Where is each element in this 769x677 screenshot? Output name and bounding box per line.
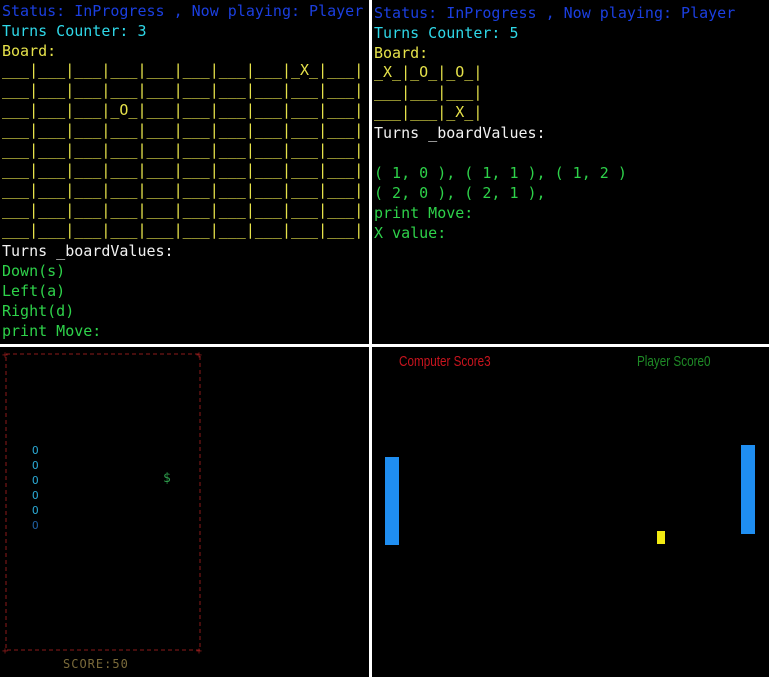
board-label: Board: bbox=[2, 42, 57, 60]
pong-ball bbox=[657, 531, 665, 544]
turns-counter: Turns Counter: 5 bbox=[374, 24, 519, 42]
snake-segment: O bbox=[32, 474, 39, 487]
snake-game: + + + + O O O O O O $ SCORE:50 bbox=[0, 347, 369, 677]
board-row: ___|___|___|___|___|___|___|___|___|___| bbox=[2, 161, 364, 179]
board-row: ___|___|___|___|___|___|___|___|___|___| bbox=[2, 201, 364, 219]
player-score: Player Score0 bbox=[637, 353, 711, 370]
board-row: ___|___|___|___|___|___|___|___|___|___| bbox=[2, 81, 364, 99]
x-value-prompt: X value: bbox=[374, 224, 447, 242]
board-values-label: Turns _boardValues: bbox=[374, 124, 546, 142]
board-row: ___|___|___|___|___|___|___|___|___|___| bbox=[2, 221, 364, 239]
pong-game: Computer Score3 Player Score0 bbox=[372, 347, 769, 677]
board-row: ___|___|___|___|___|___|___|___|_X_|___| bbox=[2, 61, 364, 79]
snake-segment: O bbox=[32, 489, 39, 502]
status-line: Status: InProgress , Now playing: Player bbox=[2, 2, 364, 20]
svg-text:+: + bbox=[196, 350, 202, 361]
snake-border: + + + + bbox=[2, 350, 202, 657]
console-tictactoe-small: Status: InProgress , Now playing: Player… bbox=[372, 0, 769, 344]
svg-text:+: + bbox=[2, 350, 8, 361]
board-row: ___|___|___|___|___|___|___|___|___|___| bbox=[2, 141, 364, 159]
computer-paddle bbox=[385, 457, 399, 545]
board-label: Board: bbox=[374, 44, 429, 62]
svg-text:+: + bbox=[196, 646, 202, 657]
food-dollar: $ bbox=[163, 471, 171, 486]
console-tictactoe-large: Status: InProgress , Now playing: Player… bbox=[0, 0, 369, 344]
move-prompt: print Move: bbox=[2, 322, 102, 340]
snake-score: SCORE:50 bbox=[63, 657, 129, 671]
status-line: Status: InProgress , Now playing: Player bbox=[374, 4, 736, 22]
snake-segment: O bbox=[32, 459, 39, 472]
move-option: Down(s) bbox=[2, 262, 66, 280]
board-values-line: ( 2, 0 ), ( 2, 1 ), bbox=[374, 184, 546, 202]
snake-segment: O bbox=[32, 519, 39, 532]
turns-counter: Turns Counter: 3 bbox=[2, 22, 147, 40]
board-row: _X_|_O_|_O_| bbox=[374, 63, 483, 81]
board-row: ___|___|___|_O_|___|___|___|___|___|___| bbox=[2, 101, 364, 119]
svg-text:+: + bbox=[2, 646, 8, 657]
move-option: Left(a) bbox=[2, 282, 66, 300]
computer-score: Computer Score3 bbox=[399, 353, 491, 370]
board-row: ___|___|___|___|___|___|___|___|___|___| bbox=[2, 181, 364, 199]
move-prompt: print Move: bbox=[374, 204, 474, 222]
board-row: ___|___|_X_| bbox=[374, 103, 483, 121]
move-option: Right(d) bbox=[2, 302, 75, 320]
snake-segment: O bbox=[32, 504, 39, 517]
board-values-label: Turns _boardValues: bbox=[2, 242, 174, 260]
board-values-line: ( 1, 0 ), ( 1, 1 ), ( 1, 2 ) bbox=[374, 164, 627, 182]
board-row: ___|___|___|___|___|___|___|___|___|___| bbox=[2, 121, 364, 139]
snake-segment: O bbox=[32, 444, 39, 457]
board-row: ___|___|___| bbox=[374, 83, 483, 101]
player-paddle bbox=[741, 445, 755, 534]
